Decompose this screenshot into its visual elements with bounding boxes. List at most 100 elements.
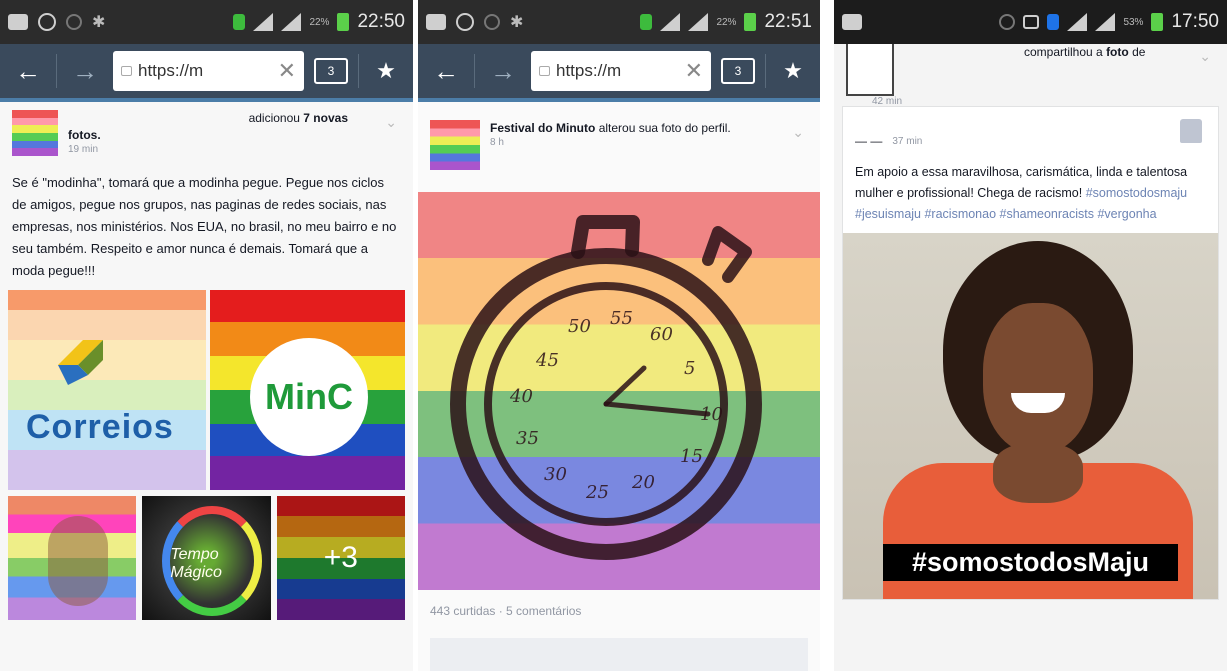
whatsapp-icon [38, 13, 56, 31]
avatar[interactable] [12, 110, 58, 156]
svg-text:60: 60 [650, 324, 673, 345]
signal-icon [253, 13, 274, 31]
avatar[interactable] [430, 120, 480, 170]
thumbs-up-icon[interactable] [1180, 119, 1202, 143]
bookmark-icon[interactable]: ★ [776, 58, 810, 84]
photo-portrait[interactable] [8, 496, 137, 620]
clock: 22:51 [764, 11, 812, 32]
gallery-icon [8, 14, 28, 30]
svg-text:15: 15 [680, 446, 703, 467]
status-bar: ✱ 22% 22:50 [0, 0, 413, 44]
message-icon [842, 14, 862, 30]
action-text: alterou sua foto do perfil. [598, 121, 731, 135]
clock: 22:50 [357, 11, 405, 32]
url-field[interactable]: https://m ✕ [531, 51, 711, 91]
url-text: https://m [138, 61, 204, 80]
action-text: adicionou [248, 111, 300, 125]
clear-url-icon[interactable]: ✕ [685, 58, 703, 84]
clear-url-icon[interactable]: ✕ [278, 58, 296, 84]
profile-photo[interactable]: 50 55 60 45 5 40 10 35 15 30 25 20 [418, 192, 820, 590]
signal-icon [1067, 13, 1088, 31]
tile-label: Tempo Mágico [170, 546, 222, 581]
photo-minc[interactable]: MinC [210, 290, 405, 490]
minc-label: MinC [265, 376, 353, 417]
reaction-counts[interactable]: 443 curtidas · 5 comentários [418, 590, 820, 632]
bookmark-icon[interactable]: ★ [369, 58, 403, 84]
tabs-button[interactable]: 3 [314, 58, 348, 84]
battery-icon [1151, 13, 1164, 31]
signal-2-icon [1095, 13, 1116, 31]
svg-text:40: 40 [509, 386, 533, 407]
more-photos-count: +3 [276, 496, 405, 620]
action-bold[interactable]: foto [1106, 45, 1129, 59]
forward-button[interactable]: → [67, 56, 103, 87]
divider [765, 54, 766, 88]
chevron-down-icon[interactable]: ⌄ [385, 114, 397, 131]
photo-hashtag-banner: #somostodosMaju [883, 544, 1178, 581]
portrait-face [48, 516, 108, 606]
signal-2-icon [688, 13, 709, 31]
back-button[interactable]: ← [428, 56, 464, 87]
action-bold[interactable]: 7 novas [303, 111, 348, 125]
svg-text:45: 45 [535, 350, 559, 371]
browser-toolbar: ← → https://m ✕ 3 ★ [0, 44, 413, 102]
nfc-icon [1023, 15, 1040, 29]
battery-icon [744, 13, 757, 31]
notification-icon [999, 14, 1016, 30]
svg-text:30: 30 [544, 464, 567, 485]
svg-text:5: 5 [684, 358, 695, 379]
shared-photo[interactable]: #somostodosMaju [843, 233, 1218, 599]
post-header: Festival do Minuto alterou sua foto do p… [418, 102, 820, 178]
post-time[interactable]: 8 h [490, 137, 760, 148]
forward-button[interactable]: → [485, 56, 521, 87]
post-header: adicionou 7 novas fotos. 19 min ⌄ [0, 102, 413, 164]
post-action-line2: fotos. [68, 127, 368, 144]
chevron-down-icon[interactable]: ⌄ [1199, 48, 1211, 65]
prev-post-time[interactable]: 42 min [872, 96, 902, 107]
data-icon [1047, 14, 1060, 30]
battery-percent: 53% [1123, 16, 1144, 28]
svg-text:50: 50 [568, 316, 591, 337]
notification-icon [484, 14, 500, 30]
photo-logo-ring[interactable]: Tempo Mágico [142, 496, 271, 620]
data-icon [233, 14, 246, 30]
chevron-down-icon[interactable]: ⌄ [792, 124, 804, 141]
photo-face [983, 303, 1093, 453]
battery-percent: 22% [716, 16, 737, 28]
url-field[interactable]: https://m ✕ [113, 51, 304, 91]
back-button[interactable]: ← [10, 56, 46, 87]
post-time[interactable]: 19 min [68, 144, 368, 155]
post-text: Se é "modinha", tomará que a modinha peg… [12, 175, 397, 278]
screenshot-panel-2: ✱ 22% 22:51 ← → https://m ✕ 3 ★ Festival… [418, 0, 820, 671]
svg-text:25: 25 [585, 482, 609, 503]
photo-more[interactable]: +3 [276, 496, 405, 620]
status-bar: ✱ 22% 22:51 [418, 0, 820, 44]
tabs-button[interactable]: 3 [721, 58, 755, 84]
post-header: — — 37 min [843, 107, 1218, 158]
url-text: https://m [556, 61, 622, 80]
photo-correios[interactable]: Correios [8, 290, 206, 490]
data-icon [640, 14, 653, 30]
whatsapp-icon [456, 13, 474, 31]
post-text-block: Em apoio a essa maravilhosa, carismática… [843, 158, 1218, 233]
author-name[interactable]: — — [855, 133, 882, 150]
photo-grid-top: Correios MinC [0, 290, 413, 490]
page-name-link[interactable]: Festival do Minuto [490, 121, 595, 135]
svg-text:35: 35 [516, 428, 539, 449]
bluetooth-icon: ✱ [92, 14, 106, 31]
action-text: compartilhou a [1024, 45, 1103, 59]
avatar[interactable] [846, 44, 894, 96]
svg-text:55: 55 [610, 308, 633, 329]
screenshot-panel-3: 53% 17:50 compartilhou a foto de 42 min … [834, 0, 1227, 671]
correios-label: Correios [26, 408, 174, 446]
notification-icon [66, 14, 82, 30]
browser-toolbar: ← → https://m ✕ 3 ★ [418, 44, 820, 102]
divider [358, 54, 359, 88]
post-time[interactable]: 37 min [892, 136, 922, 147]
bluetooth-icon: ✱ [510, 14, 524, 31]
action-suffix: de [1132, 45, 1146, 59]
minc-logo: MinC [250, 338, 368, 456]
stopwatch-icon: 50 55 60 45 5 40 10 35 15 30 25 20 [450, 215, 762, 560]
divider [474, 54, 475, 88]
post-action: Festival do Minuto alterou sua foto do p… [490, 120, 760, 137]
